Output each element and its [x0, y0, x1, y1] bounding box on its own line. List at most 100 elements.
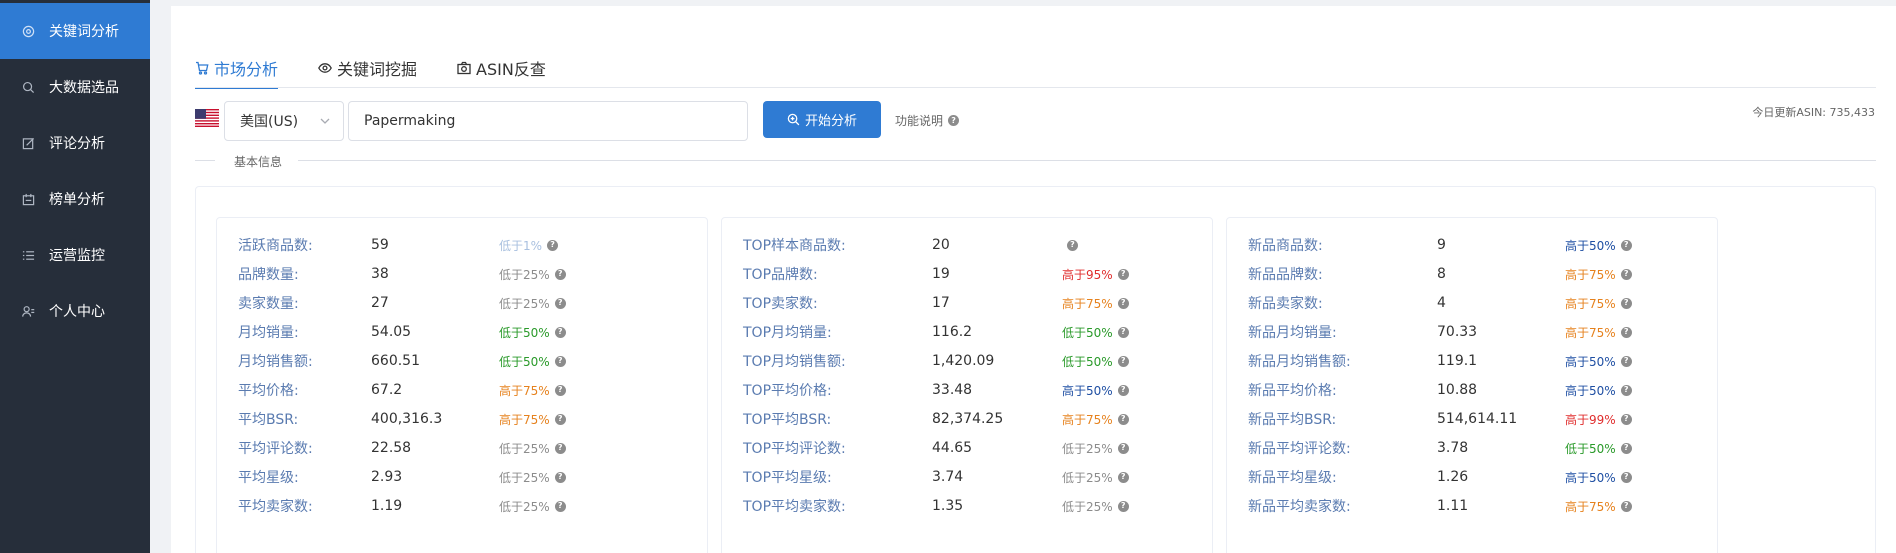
question-icon[interactable]: ? — [1117, 326, 1129, 338]
stat-row: TOP月均销售额: 1,420.09 低于50%? — [722, 350, 1202, 372]
tab-label: ASIN反查 — [476, 60, 546, 79]
stat-compare: ? — [1062, 239, 1078, 251]
keyword-input[interactable] — [348, 101, 748, 141]
stat-row: 活跃商品数: 59 低于1%? — [217, 234, 697, 256]
stat-row: 新品平均价格: 10.88 高于50%? — [1227, 379, 1707, 401]
sidebar-item-label: 关键词分析 — [49, 24, 119, 40]
question-icon[interactable]: ? — [554, 297, 566, 309]
tab-market-analysis[interactable]: 市场分析 — [195, 48, 279, 89]
stat-label: TOP卖家数: — [743, 296, 818, 312]
stat-row: TOP样本商品数: 20? — [722, 234, 1202, 256]
tab-asin-reverse[interactable]: ASIN反查 — [457, 48, 546, 88]
sidebar-item-review-analysis[interactable]: 评论分析 — [0, 115, 150, 171]
stat-label: 平均星级: — [238, 470, 299, 486]
stat-compare: 低于25%? — [1062, 498, 1129, 515]
new-product-stats-card: 新品商品数: 9 高于50%? 新品品牌数: 8 高于75%? 新品卖家数: 4 高于75%? 新… — [1226, 217, 1718, 553]
stat-label: 新品平均星级: — [1248, 470, 1337, 486]
country-select[interactable]: 美国(US) — [224, 101, 344, 141]
camera-icon — [457, 61, 476, 75]
stat-label: 新品商品数: — [1248, 238, 1323, 254]
question-icon[interactable]: ? — [1117, 297, 1129, 309]
sidebar-item-personal-center[interactable]: 个人中心 — [0, 283, 150, 339]
question-icon[interactable]: ? — [1620, 326, 1632, 338]
question-icon[interactable]: ? — [1620, 355, 1632, 367]
stat-value: 9 — [1437, 237, 1446, 253]
market-stats-card: 活跃商品数: 59 低于1%? 品牌数量: 38 低于25%? 卖家数量: 27 低于25%? 月… — [216, 217, 708, 553]
stat-value: 8 — [1437, 266, 1446, 282]
question-icon[interactable]: ? — [1620, 268, 1632, 280]
stat-row: 新品商品数: 9 高于50%? — [1227, 234, 1707, 256]
question-icon: ? — [948, 115, 960, 126]
question-icon[interactable]: ? — [554, 355, 566, 367]
question-icon[interactable]: ? — [554, 384, 566, 396]
question-icon[interactable]: ? — [1620, 471, 1632, 483]
section-title: 基本信息 — [234, 155, 283, 169]
stat-compare-text: 高于75% — [499, 383, 550, 398]
question-icon[interactable]: ? — [1117, 384, 1129, 396]
tabs-divider — [195, 87, 1876, 88]
us-flag-icon — [195, 109, 219, 127]
question-icon[interactable]: ? — [1620, 413, 1632, 425]
sidebar: 关键词分析 大数据选品 评论分析 榜单分析 运营监控 个人中心 — [0, 0, 150, 553]
question-icon[interactable]: ? — [547, 239, 559, 251]
start-analysis-button[interactable]: 开始分析 — [763, 101, 881, 138]
question-icon[interactable]: ? — [1620, 384, 1632, 396]
stat-compare: 低于25%? — [499, 295, 566, 312]
stat-label: 新品品牌数: — [1248, 267, 1323, 283]
question-icon[interactable]: ? — [1117, 413, 1129, 425]
stat-label: 品牌数量: — [238, 267, 299, 283]
stat-compare-text: 低于25% — [1062, 441, 1113, 456]
stat-compare: 高于75%? — [1062, 411, 1129, 428]
question-icon[interactable]: ? — [554, 500, 566, 512]
question-icon[interactable]: ? — [1620, 297, 1632, 309]
question-icon[interactable]: ? — [554, 471, 566, 483]
sidebar-item-label: 榜单分析 — [49, 192, 105, 208]
question-icon[interactable]: ? — [1620, 442, 1632, 454]
stat-compare-text: 高于50% — [1565, 238, 1616, 253]
chevron-down-icon — [320, 118, 330, 124]
question-icon[interactable]: ? — [1620, 500, 1632, 512]
question-icon[interactable]: ? — [1117, 471, 1129, 483]
question-icon[interactable]: ? — [1117, 442, 1129, 454]
sidebar-item-ranking-analysis[interactable]: 榜单分析 — [0, 171, 150, 227]
target-icon — [21, 24, 35, 38]
stat-value: 20 — [932, 237, 950, 253]
stat-label: 活跃商品数: — [238, 238, 313, 254]
question-icon[interactable]: ? — [554, 442, 566, 454]
stat-value: 3.74 — [932, 469, 964, 485]
stat-value: 82,374.25 — [932, 411, 1004, 427]
main-panel: 市场分析 关键词挖掘 ASIN反查 美国(US) Papermaking 开始分… — [171, 6, 1896, 553]
tab-keyword-mining[interactable]: 关键词挖掘 — [318, 48, 417, 88]
stat-row: TOP平均星级: 3.74 低于25%? — [722, 466, 1202, 488]
stat-row: TOP月均销量: 116.2 低于50%? — [722, 321, 1202, 343]
stat-row: 月均销量: 54.05 低于50%? — [217, 321, 697, 343]
question-icon[interactable]: ? — [1117, 268, 1129, 280]
stat-value: 70.33 — [1437, 324, 1478, 340]
stat-compare-text: 高于50% — [1565, 470, 1616, 485]
sidebar-item-operation-monitor[interactable]: 运营监控 — [0, 227, 150, 283]
stat-compare-text: 高于50% — [1565, 383, 1616, 398]
feature-help-link[interactable]: 功能说明 ? — [895, 112, 960, 129]
question-icon[interactable]: ? — [1620, 239, 1632, 251]
sidebar-item-big-data[interactable]: 大数据选品 — [0, 59, 150, 115]
tab-label: 关键词挖掘 — [337, 60, 418, 79]
stat-value: 38 — [371, 266, 389, 282]
question-icon[interactable]: ? — [554, 268, 566, 280]
question-icon[interactable]: ? — [554, 413, 566, 425]
question-icon[interactable]: ? — [554, 326, 566, 338]
question-icon[interactable]: ? — [1117, 355, 1129, 367]
stat-value: 54.05 — [371, 324, 412, 340]
stat-row: 月均销售额: 660.51 低于50%? — [217, 350, 697, 372]
question-icon[interactable]: ? — [1117, 500, 1129, 512]
top-stats-card: TOP样本商品数: 20? TOP品牌数: 19 高于95%? TOP卖家数: 17 高于75… — [721, 217, 1213, 553]
stat-compare: 低于50%? — [499, 324, 566, 341]
stat-row: 平均BSR: 400,316.3 高于75%? — [217, 408, 697, 430]
stat-compare-text: 高于75% — [1565, 499, 1616, 514]
feature-help-label: 功能说明 — [895, 114, 944, 128]
stat-label: 新品月均销量: — [1248, 325, 1337, 341]
sidebar-item-keyword-analysis[interactable]: 关键词分析 — [0, 3, 150, 59]
stat-compare-text: 低于25% — [499, 441, 550, 456]
stat-value: 67.2 — [371, 382, 403, 398]
question-icon[interactable]: ? — [1067, 239, 1078, 251]
stat-label: TOP月均销售额: — [743, 354, 846, 370]
